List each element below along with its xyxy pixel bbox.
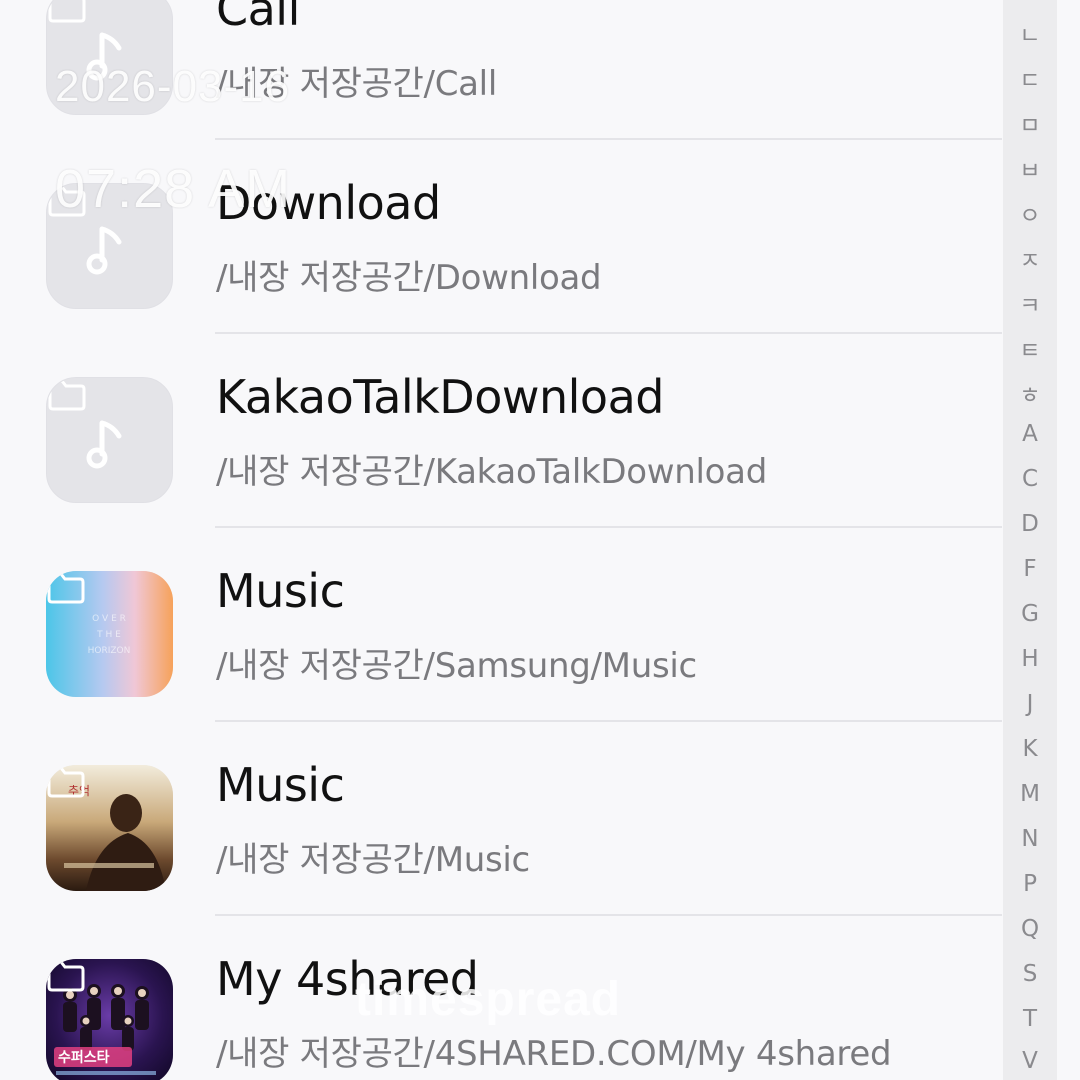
folder-icon bbox=[48, 0, 86, 23]
watermark-text: timespread bbox=[355, 973, 622, 1026]
folder-path: /내장 저장공간/Download bbox=[216, 258, 602, 298]
timestamp-time-overlay: 07:28 AM bbox=[55, 159, 292, 219]
index-letter[interactable]: C bbox=[1003, 466, 1057, 492]
music-folder-list-screen: Call /내장 저장공간/Call Download /내장 저장공간/Dow… bbox=[0, 0, 1080, 1080]
index-letter[interactable]: M bbox=[1003, 781, 1057, 807]
index-letter[interactable]: Q bbox=[1003, 916, 1057, 942]
album-art-thumbnail: 수퍼스타 bbox=[46, 959, 173, 1080]
svg-text:수퍼스타: 수퍼스타 bbox=[58, 1050, 110, 1066]
folder-name: KakaoTalkDownload bbox=[216, 370, 664, 424]
album-art-thumbnail: 추억 bbox=[46, 765, 173, 891]
folder-icon bbox=[48, 379, 86, 411]
index-letter[interactable]: G bbox=[1003, 601, 1057, 627]
timestamp-date-overlay: 2026-03-16 bbox=[55, 62, 291, 111]
index-letter[interactable]: F bbox=[1003, 556, 1057, 582]
index-letter[interactable]: N bbox=[1003, 826, 1057, 852]
folder-icon bbox=[47, 572, 85, 604]
index-letter[interactable]: A bbox=[1003, 421, 1057, 447]
folder-path: /내장 저장공간/Music bbox=[216, 840, 530, 880]
svg-text:HORIZON: HORIZON bbox=[88, 646, 131, 656]
folder-thumbnail bbox=[46, 377, 173, 503]
svg-text:T H E: T H E bbox=[96, 630, 121, 640]
album-art-thumbnail: O V E R T H E HORIZON bbox=[46, 571, 173, 697]
index-letter[interactable]: T bbox=[1003, 1006, 1057, 1032]
folder-path: /내장 저장공간/4SHARED.COM/My 4shared bbox=[216, 1034, 892, 1074]
folder-icon bbox=[47, 960, 85, 992]
folder-path: /내장 저장공간/Samsung/Music bbox=[216, 646, 697, 686]
index-letter[interactable]: ㅇ bbox=[1003, 196, 1057, 230]
folder-icon bbox=[47, 766, 85, 798]
folder-list-item[interactable]: 추억 Music /내장 저장공간/Music bbox=[0, 722, 1002, 916]
index-letter[interactable]: ㅎ bbox=[1003, 376, 1057, 410]
index-letter[interactable]: S bbox=[1003, 961, 1057, 987]
folder-name: Call bbox=[216, 0, 300, 36]
folder-name: Music bbox=[216, 564, 345, 618]
index-letter[interactable]: ㅈ bbox=[1003, 241, 1057, 275]
index-letter[interactable]: H bbox=[1003, 646, 1057, 672]
folder-path: /내장 저장공간/KakaoTalkDownload bbox=[216, 452, 767, 492]
index-letter[interactable]: V bbox=[1003, 1048, 1057, 1074]
alphabet-index-bar[interactable]: ㄴ ㄷ ㅁ ㅂ ㅇ ㅈ ㅋ ㅌ ㅎ A C D F G H J K M N P … bbox=[1003, 0, 1057, 1080]
index-letter[interactable]: ㅋ bbox=[1003, 286, 1057, 320]
index-letter[interactable]: J bbox=[1003, 691, 1057, 717]
folder-list-item[interactable]: KakaoTalkDownload /내장 저장공간/KakaoTalkDown… bbox=[0, 334, 1002, 528]
index-letter[interactable]: ㄴ bbox=[1003, 16, 1057, 50]
index-letter[interactable]: ㅁ bbox=[1003, 106, 1057, 140]
index-letter[interactable]: K bbox=[1003, 736, 1057, 762]
svg-text:O V E R: O V E R bbox=[92, 614, 126, 624]
index-letter[interactable]: D bbox=[1003, 511, 1057, 537]
folder-name: Music bbox=[216, 758, 345, 812]
index-letter[interactable]: ㅌ bbox=[1003, 331, 1057, 365]
index-letter[interactable]: ㅂ bbox=[1003, 151, 1057, 185]
index-letter[interactable]: P bbox=[1003, 871, 1057, 897]
index-letter[interactable]: ㄷ bbox=[1003, 61, 1057, 95]
folder-list-item[interactable]: O V E R T H E HORIZON Music /내장 저장공간/Sam… bbox=[0, 528, 1002, 722]
